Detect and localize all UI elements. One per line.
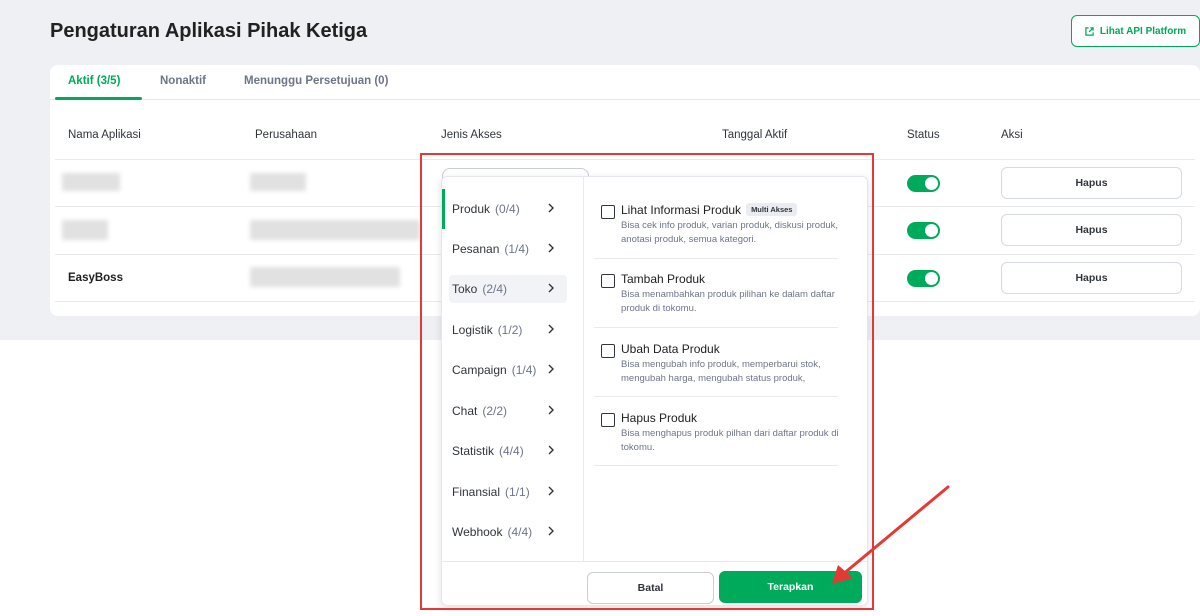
permission-checkbox[interactable] bbox=[601, 413, 615, 427]
redacted-company bbox=[250, 173, 306, 191]
permission-description: Bisa cek info produk, varian produk, dis… bbox=[621, 220, 839, 245]
delete-button[interactable]: Hapus bbox=[1001, 262, 1182, 294]
access-type-panel: Produk (0/4) Pesanan (1/4) Toko (2/4) Logis… bbox=[441, 176, 868, 606]
apply-button[interactable]: Terapkan bbox=[719, 571, 862, 603]
app-name: EasyBoss bbox=[68, 272, 123, 284]
chevron-right-icon bbox=[548, 243, 554, 253]
category-label: Campaign bbox=[452, 363, 507, 377]
api-platform-button[interactable]: Lihat API Platform bbox=[1071, 15, 1200, 47]
permission-item: Hapus Produk Bisa menghapus produk pilha… bbox=[594, 411, 839, 466]
external-link-icon bbox=[1085, 26, 1094, 36]
status-toggle[interactable] bbox=[907, 175, 940, 192]
redacted-app-name bbox=[62, 220, 108, 240]
active-tab-indicator bbox=[55, 97, 142, 100]
chevron-right-icon bbox=[548, 486, 554, 496]
api-platform-label: Lihat API Platform bbox=[1099, 25, 1187, 37]
cancel-button[interactable]: Batal bbox=[587, 572, 714, 604]
category-item-logistik[interactable]: Logistik (1/2) bbox=[449, 316, 567, 344]
panel-footer-divider bbox=[442, 561, 867, 562]
category-label: Chat bbox=[452, 404, 478, 418]
header-access-type: Jenis Akses bbox=[441, 129, 502, 141]
delete-button[interactable]: Hapus bbox=[1001, 214, 1182, 246]
chevron-right-icon bbox=[548, 526, 554, 536]
multi-access-badge: Multi Akses bbox=[746, 203, 798, 216]
category-count: (1/1) bbox=[505, 485, 530, 499]
permission-title: Lihat Informasi Produk Multi Akses bbox=[621, 203, 798, 217]
category-item-chat[interactable]: Chat (2/2) bbox=[449, 397, 567, 425]
category-item-webhook[interactable]: Webhook (4/4) bbox=[449, 518, 567, 546]
chevron-right-icon bbox=[548, 203, 554, 213]
category-label: Toko bbox=[452, 282, 478, 296]
category-label: Pesanan bbox=[452, 242, 500, 256]
permission-checkbox[interactable] bbox=[601, 205, 615, 219]
category-item-toko[interactable]: Toko (2/4) bbox=[449, 275, 567, 303]
page-title: Pengaturan Aplikasi Pihak Ketiga bbox=[50, 20, 368, 42]
status-toggle[interactable] bbox=[907, 270, 940, 287]
tab-active[interactable]: Aktif (3/5) bbox=[68, 75, 120, 87]
category-label: Finansial bbox=[452, 485, 501, 499]
category-label: Statistik bbox=[452, 444, 495, 458]
delete-button[interactable]: Hapus bbox=[1001, 167, 1182, 199]
permission-checkbox[interactable] bbox=[601, 344, 615, 358]
active-category-indicator bbox=[442, 189, 445, 229]
permission-description: Bisa menambahkan produk pilihan ke dalam… bbox=[621, 289, 835, 314]
permission-description: Bisa menghapus produk pilhan dari daftar… bbox=[621, 428, 839, 453]
chevron-right-icon bbox=[548, 283, 554, 293]
header-company: Perusahaan bbox=[255, 129, 318, 141]
header-app-name: Nama Aplikasi bbox=[68, 129, 141, 141]
category-count: (2/4) bbox=[482, 282, 508, 296]
permission-title: Tambah Produk bbox=[621, 272, 706, 286]
chevron-right-icon bbox=[548, 324, 554, 334]
category-item-finansial[interactable]: Finansial (1/1) bbox=[449, 478, 567, 506]
category-label: Logistik bbox=[452, 323, 493, 337]
status-toggle[interactable] bbox=[907, 222, 940, 239]
header-active-date: Tanggal Aktif bbox=[722, 129, 788, 141]
chevron-right-icon bbox=[548, 405, 554, 415]
permission-title: Hapus Produk bbox=[621, 411, 698, 425]
redacted-company bbox=[250, 220, 420, 240]
category-count: (1/4) bbox=[504, 242, 530, 256]
tab-inactive[interactable]: Nonaktif bbox=[160, 75, 206, 87]
category-count: (1/4) bbox=[511, 363, 537, 377]
header-status: Status bbox=[907, 129, 940, 141]
category-item-produk[interactable]: Produk (0/4) bbox=[449, 195, 567, 223]
redacted-company bbox=[250, 267, 400, 287]
row-divider bbox=[55, 159, 1195, 160]
permission-checkbox[interactable] bbox=[601, 274, 615, 288]
permission-item: Lihat Informasi Produk Multi Akses Bisa c… bbox=[594, 203, 838, 259]
category-count: (2/2) bbox=[482, 404, 508, 418]
category-label: Webhook bbox=[452, 525, 503, 539]
category-item-campaign[interactable]: Campaign (1/4) bbox=[449, 356, 567, 384]
category-item-pesanan[interactable]: Pesanan (1/4) bbox=[449, 235, 567, 263]
category-count: (0/4) bbox=[495, 202, 520, 216]
permission-description: Bisa mengubah info produk, memperbarui s… bbox=[621, 359, 821, 384]
tab-bar: Aktif (3/5) Nonaktif Menunggu Persetujua… bbox=[50, 65, 1200, 100]
tab-pending[interactable]: Menunggu Persetujuan (0) bbox=[244, 75, 388, 87]
permission-item: Tambah Produk Bisa menambahkan produk pi… bbox=[594, 272, 838, 328]
chevron-right-icon bbox=[548, 364, 554, 374]
access-category-list: Produk (0/4) Pesanan (1/4) Toko (2/4) Logis… bbox=[442, 177, 584, 561]
category-count: (4/4) bbox=[499, 444, 524, 458]
redacted-app-name bbox=[62, 173, 120, 191]
category-label: Produk bbox=[452, 202, 491, 216]
chevron-right-icon bbox=[548, 445, 554, 455]
permission-item: Ubah Data Produk Bisa mengubah info prod… bbox=[594, 342, 838, 397]
category-item-statistik[interactable]: Statistik (4/4) bbox=[449, 437, 567, 465]
header-action: Aksi bbox=[1001, 129, 1023, 141]
category-count: (1/2) bbox=[497, 323, 523, 337]
permission-title: Ubah Data Produk bbox=[621, 342, 720, 356]
category-count: (4/4) bbox=[507, 525, 533, 539]
